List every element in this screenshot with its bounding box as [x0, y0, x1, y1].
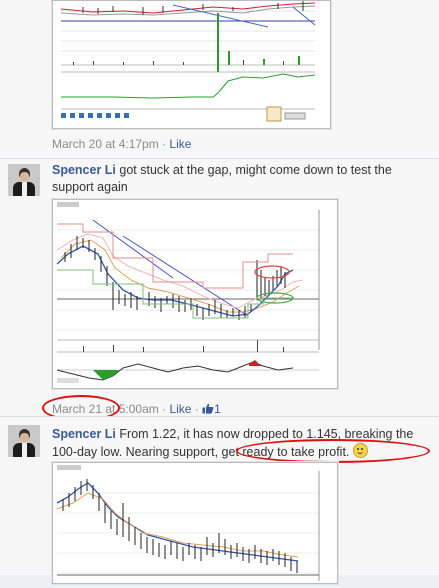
avatar-face — [20, 172, 29, 181]
like-count-link[interactable]: 1 — [202, 402, 221, 416]
post-3-chart-image[interactable] — [52, 462, 338, 584]
post-1: March 20 at 4:17pm · Like — [0, 0, 439, 160]
post-1-chart-image[interactable] — [52, 0, 331, 129]
post-2-like-link[interactable]: Like — [169, 402, 191, 416]
post-1-like-link[interactable]: Like — [169, 137, 191, 151]
post-1-timestamp[interactable]: March 20 at 4:17pm — [52, 137, 159, 151]
avatar[interactable] — [8, 425, 40, 457]
annotation-circle-take-profit — [236, 439, 430, 463]
avatar-shirt — [22, 182, 27, 196]
avatar-shirt — [22, 443, 27, 457]
like-count: 1 — [214, 402, 221, 416]
post-2: Spencer Li got stuck at the gap, might c… — [0, 159, 439, 421]
avatar-face — [20, 433, 29, 442]
post-1-meta: March 20 at 4:17pm · Like — [52, 137, 191, 151]
post-3: Spencer Li From 1.22, it has now dropped… — [0, 417, 439, 584]
post-2-chart-image[interactable] — [52, 199, 338, 389]
author-name-link[interactable]: Spencer Li — [52, 163, 116, 177]
thumbs-up-icon — [202, 403, 214, 414]
post-2-text: Spencer Li got stuck at the gap, might c… — [52, 162, 432, 196]
avatar[interactable] — [8, 164, 40, 196]
author-name-link[interactable]: Spencer Li — [52, 427, 116, 441]
